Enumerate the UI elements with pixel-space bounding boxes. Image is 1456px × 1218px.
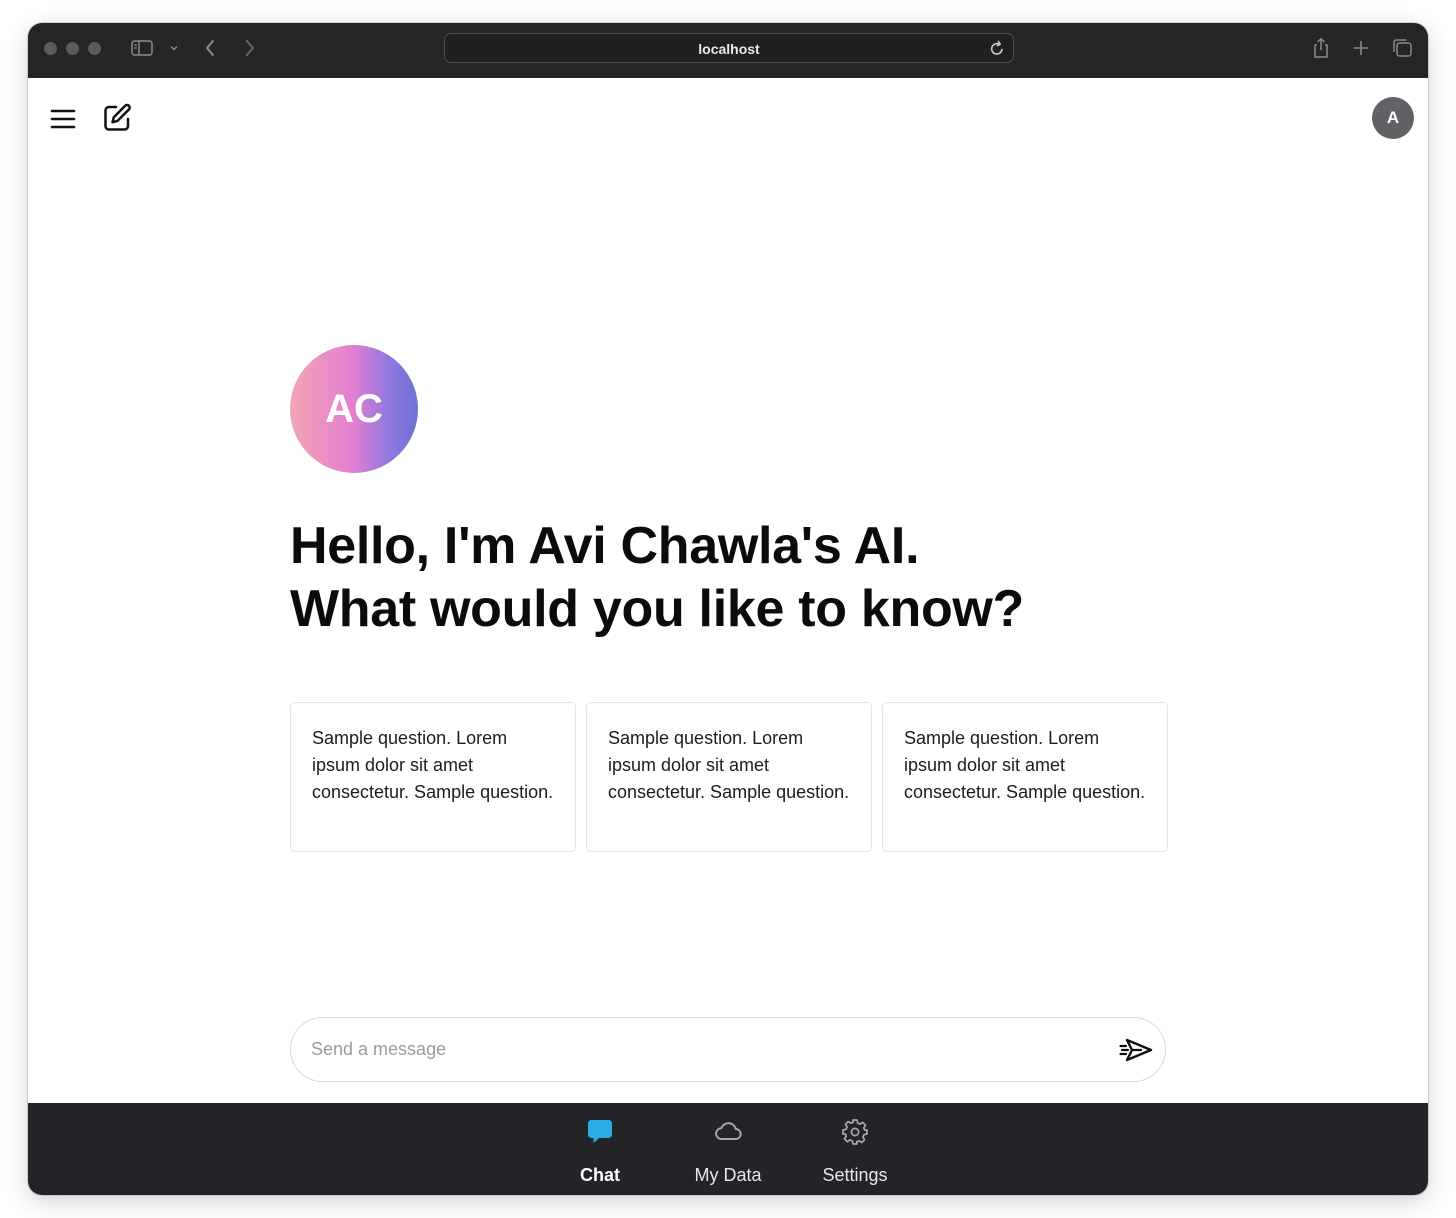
send-icon[interactable] bbox=[1119, 1034, 1155, 1066]
reload-icon[interactable] bbox=[989, 40, 1005, 62]
sample-question-card[interactable]: Sample question. Lorem ipsum dolor sit a… bbox=[290, 702, 576, 852]
nav-label-settings: Settings bbox=[822, 1165, 888, 1185]
greeting-line-1: Hello, I'm Avi Chawla's AI. bbox=[290, 517, 920, 575]
nav-item-my-data[interactable]: My Data bbox=[668, 1103, 788, 1195]
tab-overview-icon[interactable] bbox=[1390, 36, 1414, 60]
sample-question-card[interactable]: Sample question. Lorem ipsum dolor sit a… bbox=[882, 702, 1168, 852]
ai-avatar: AC bbox=[290, 345, 418, 473]
nav-item-chat[interactable]: Chat bbox=[540, 1103, 660, 1195]
share-icon[interactable] bbox=[1310, 36, 1332, 60]
gear-icon bbox=[840, 1117, 870, 1147]
address-bar[interactable]: localhost bbox=[444, 33, 1014, 63]
browser-toolbar: localhost bbox=[28, 23, 1428, 78]
message-composer bbox=[290, 1017, 1166, 1082]
back-arrow-icon[interactable] bbox=[200, 36, 220, 60]
window-controls bbox=[44, 42, 101, 55]
sidebar-toggle-icon[interactable] bbox=[130, 36, 154, 60]
new-tab-icon[interactable] bbox=[1350, 36, 1372, 60]
nav-label-chat: Chat bbox=[580, 1165, 620, 1185]
nav-label-my-data: My Data bbox=[694, 1165, 762, 1185]
minimize-window-button[interactable] bbox=[66, 42, 79, 55]
new-chat-edit-icon[interactable] bbox=[102, 103, 132, 133]
nav-item-settings[interactable]: Settings bbox=[795, 1103, 915, 1195]
message-input[interactable] bbox=[311, 1018, 1091, 1081]
user-avatar[interactable]: A bbox=[1372, 97, 1414, 139]
sample-question-card[interactable]: Sample question. Lorem ipsum dolor sit a… bbox=[586, 702, 872, 852]
close-window-button[interactable] bbox=[44, 42, 57, 55]
sample-questions: Sample question. Lorem ipsum dolor sit a… bbox=[290, 702, 1168, 852]
chat-bubble-icon bbox=[585, 1117, 615, 1147]
browser-window: localhost A AC Hello, I'm Avi Chawla's A… bbox=[28, 23, 1428, 1195]
hamburger-menu-icon[interactable] bbox=[50, 106, 76, 132]
bottom-navigation: Chat My Data Settings bbox=[28, 1103, 1428, 1195]
greeting-heading: Hello, I'm Avi Chawla's AI. What would y… bbox=[290, 515, 1190, 641]
chevron-down-icon[interactable] bbox=[167, 36, 181, 60]
forward-arrow-icon[interactable] bbox=[240, 36, 260, 60]
address-bar-url: localhost bbox=[698, 41, 760, 57]
cloud-icon bbox=[713, 1117, 743, 1147]
greeting-line-2: What would you like to know? bbox=[290, 580, 1025, 638]
zoom-window-button[interactable] bbox=[88, 42, 101, 55]
